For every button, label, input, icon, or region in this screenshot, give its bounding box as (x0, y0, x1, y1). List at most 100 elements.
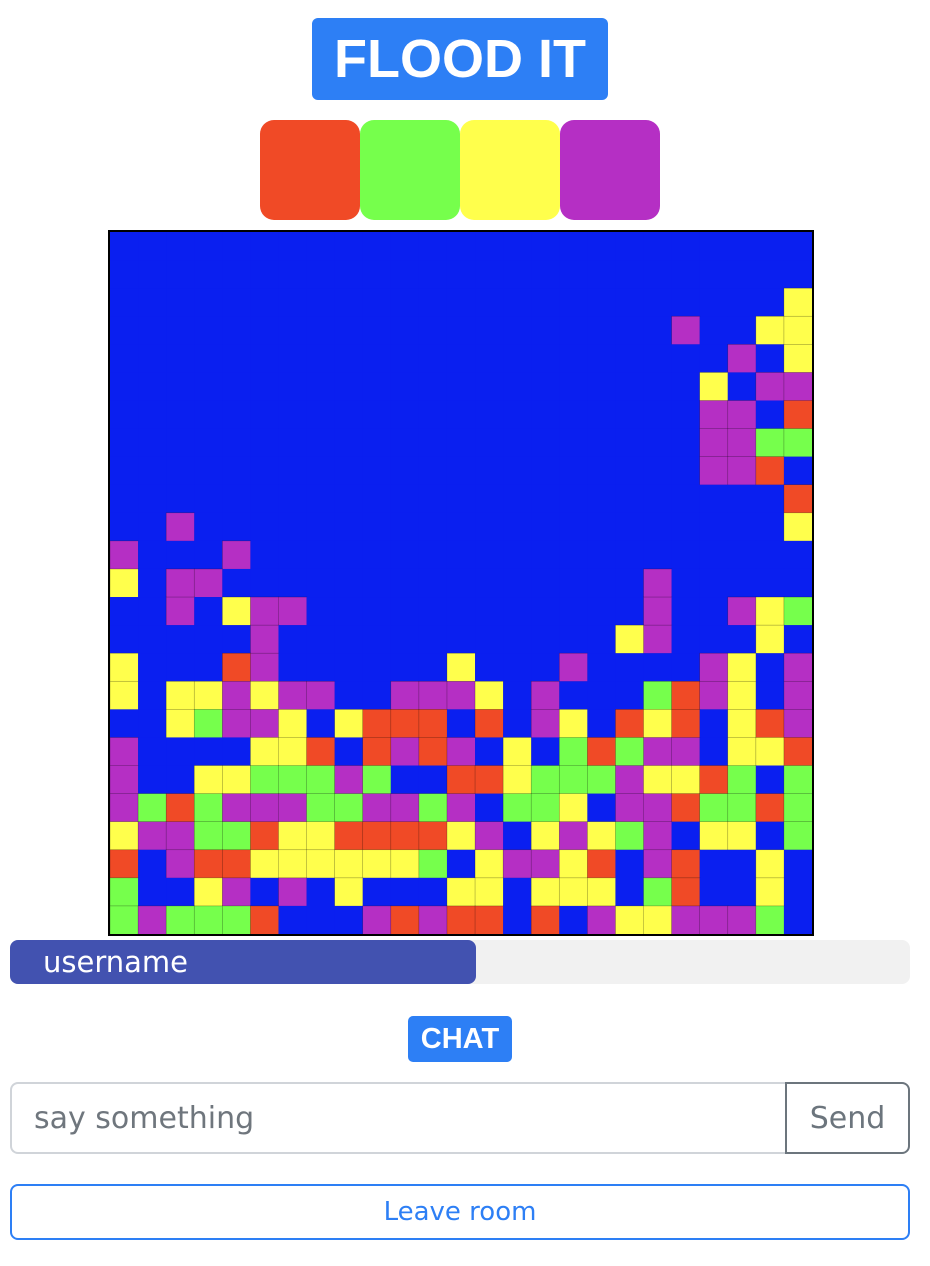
board-cell-blue (334, 484, 364, 514)
board-cell-purple (334, 765, 364, 795)
board-cell-blue (222, 456, 251, 486)
board-cell-blue (306, 540, 335, 570)
board-cell-yellow (671, 765, 701, 795)
board-cell-blue (727, 260, 757, 289)
board-cell-red (755, 709, 785, 739)
board-cell-blue (783, 456, 812, 486)
board-cell-blue (727, 288, 757, 317)
board-cell-blue (306, 709, 335, 738)
board-cell-blue (531, 568, 560, 598)
board-cell-purple (699, 456, 729, 486)
board-cell-yellow (755, 849, 785, 879)
board-cell-red (671, 849, 701, 879)
board-cell-blue (783, 905, 812, 934)
board-cell-purple (418, 680, 448, 710)
board-cell-green (615, 737, 645, 767)
board-cell-purple (278, 596, 308, 626)
board-cell-blue (166, 428, 195, 457)
board-cell-blue (475, 316, 504, 345)
chat-input[interactable] (10, 1082, 785, 1154)
board-cell-blue (166, 540, 195, 570)
board-cell-green (418, 849, 448, 879)
board-cell-blue (362, 344, 392, 373)
board-cell-blue (138, 232, 167, 261)
board-cell-blue (643, 512, 672, 542)
board-cell-blue (418, 372, 448, 401)
board-cell-blue (138, 877, 167, 907)
board-cell-blue (559, 597, 588, 626)
board-cell-blue (587, 512, 616, 542)
board-cell-yellow (558, 793, 588, 823)
board-cell-blue (559, 372, 588, 401)
board-cell-blue (278, 653, 307, 682)
board-cell-blue (250, 568, 279, 598)
board-cell-blue (362, 456, 392, 486)
board-cell-blue (194, 428, 223, 457)
board-cell-blue (783, 849, 812, 879)
board-cell-yellow (390, 849, 420, 879)
color-button-green[interactable] (360, 120, 460, 220)
board-cell-blue (503, 653, 532, 682)
board-cell-blue (306, 344, 335, 373)
board-cell-blue (727, 372, 757, 401)
send-button[interactable]: Send (785, 1082, 910, 1154)
color-button-purple[interactable] (560, 120, 660, 220)
board-cell-blue (615, 260, 644, 289)
board-cell-blue (531, 540, 560, 570)
board-cell-blue (334, 428, 364, 457)
board-cell-purple (727, 344, 757, 373)
color-button-red[interactable] (260, 120, 360, 220)
board-cell-green (502, 793, 532, 823)
board-cell-blue (390, 232, 420, 261)
board-cell-purple (643, 737, 673, 767)
board-cell-green (250, 765, 280, 795)
board-cell-blue (615, 400, 644, 429)
board-cell-yellow (755, 737, 785, 767)
board-cell-blue (559, 344, 588, 373)
board-cell-blue (334, 316, 364, 345)
board-cell-blue (334, 625, 364, 654)
board-cell-blue (306, 372, 335, 401)
board-cell-purple (222, 793, 251, 823)
board-cell-blue (222, 344, 251, 373)
board-cell-blue (418, 456, 448, 486)
board-cell-blue (390, 540, 420, 570)
board-cell-purple (643, 793, 673, 823)
board-cell-blue (250, 877, 279, 907)
board-cell-blue (643, 484, 672, 514)
board-cell-green (699, 793, 729, 823)
board-cell-blue (643, 232, 672, 261)
board-cell-red (587, 737, 617, 767)
board-cell-green (110, 905, 139, 934)
board-cell-yellow (699, 821, 729, 851)
board-cell-blue (334, 681, 364, 710)
board-cell-blue (531, 288, 560, 317)
board-cell-blue (475, 260, 504, 289)
board-cell-blue (531, 428, 560, 457)
board-cell-red (222, 849, 251, 879)
board-cell-blue (222, 372, 251, 401)
board-cell-blue (446, 288, 476, 317)
board-cell-blue (278, 512, 307, 542)
board-cell-blue (559, 456, 588, 486)
board-cell-yellow (502, 765, 532, 795)
board-cell-red (530, 905, 560, 934)
board-cell-purple (306, 680, 336, 710)
board-cell-red (587, 849, 617, 879)
board-cell-purple (250, 793, 280, 823)
color-button-yellow[interactable] (460, 120, 560, 220)
board-cell-green (362, 765, 392, 795)
board-cell-blue (418, 568, 448, 598)
board-cell-yellow (727, 821, 757, 851)
board-cell-blue (110, 232, 139, 261)
board-cell-blue (166, 737, 195, 766)
board-cell-blue (250, 540, 279, 570)
board-cell-blue (390, 316, 420, 345)
board-cell-blue (390, 765, 420, 794)
board-cell-blue (418, 597, 448, 626)
board-cell-blue (390, 653, 420, 682)
board-cell-blue (418, 344, 448, 373)
leave-room-button[interactable]: Leave room (10, 1184, 910, 1240)
board-cell-blue (446, 625, 476, 654)
board-cell-blue (390, 400, 420, 429)
